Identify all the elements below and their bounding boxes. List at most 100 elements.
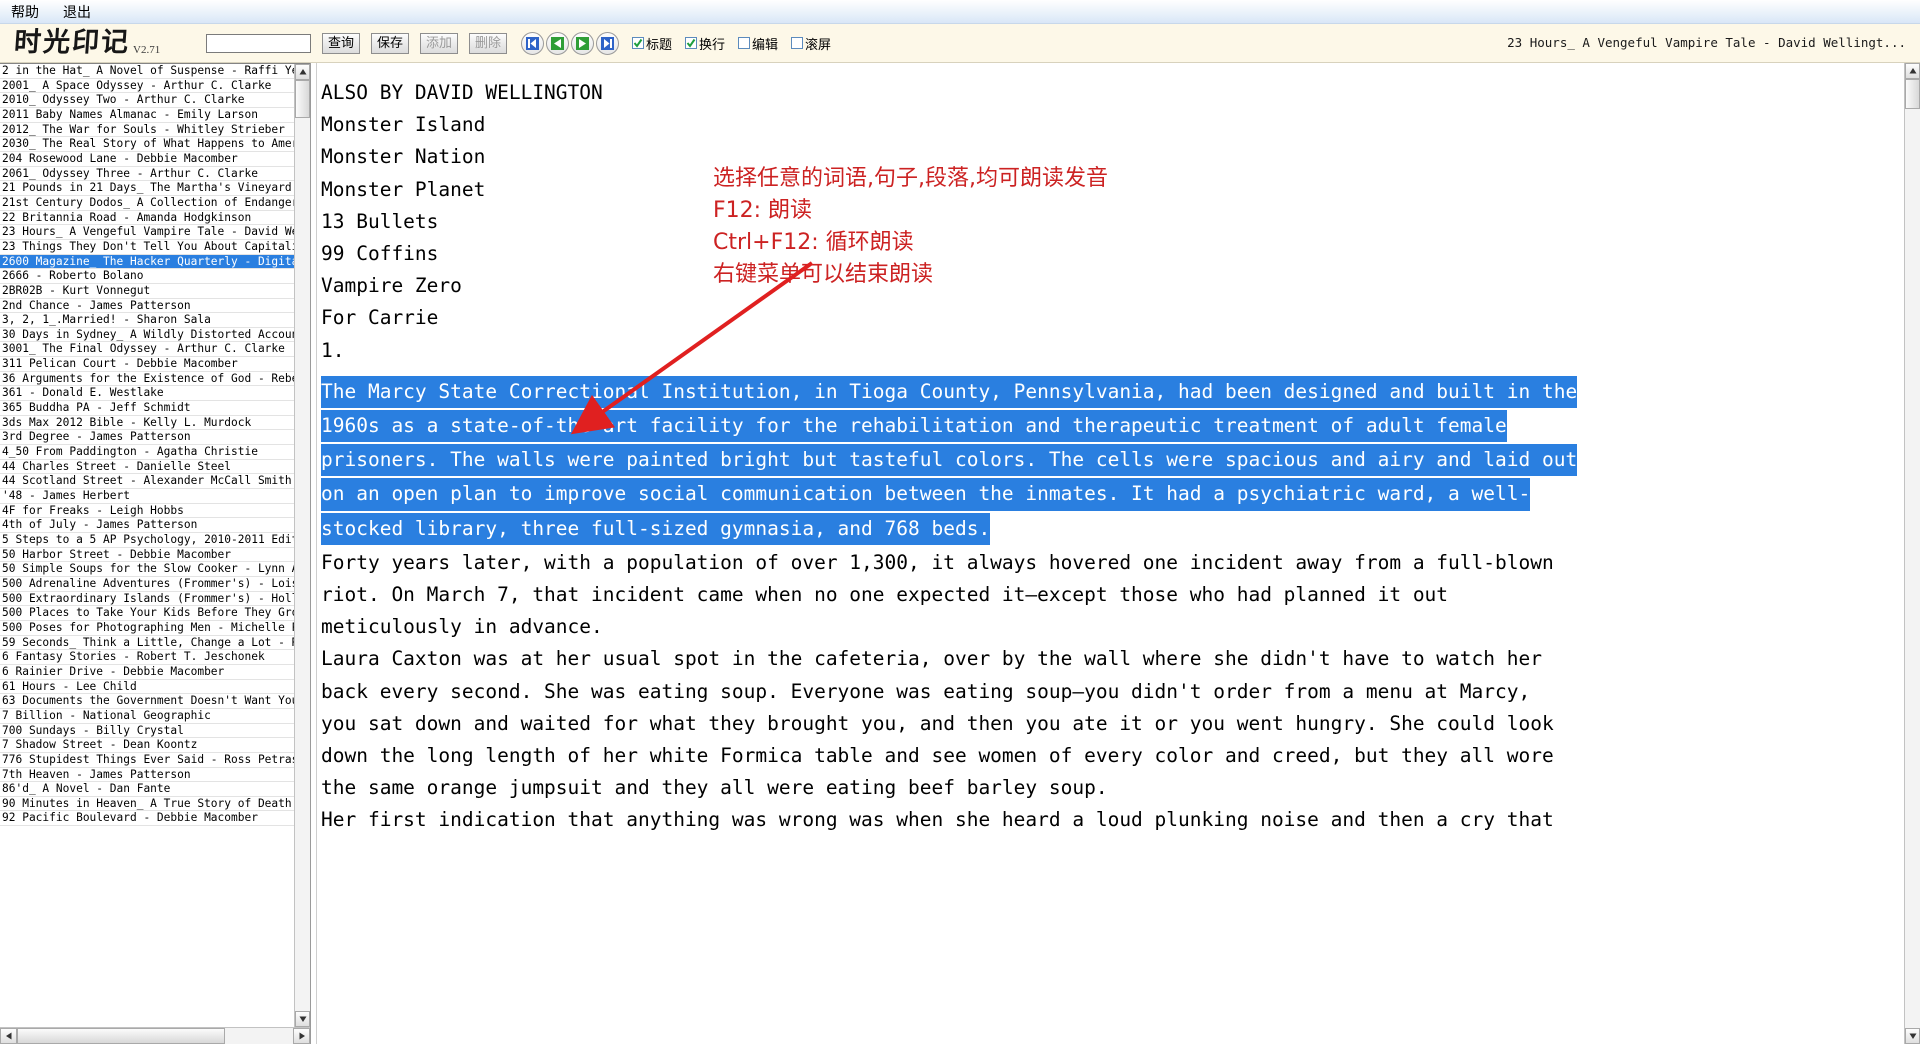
menu-item-help[interactable]: 帮助 [8,1,42,23]
save-button[interactable]: 保存 [371,33,409,54]
list-item[interactable]: 6 Fantasy Stories - Robert T. Jeschonek [0,650,294,665]
list-item[interactable]: 21st Century Dodos_ A Collection of Enda… [0,196,294,211]
reader-highlight-line[interactable]: 1960s as a state-of-the-art facility for… [321,410,1894,444]
list-item[interactable]: 361 - Donald E. Westlake [0,386,294,401]
list-item[interactable]: 3ds Max 2012 Bible - Kelly L. Murdock [0,416,294,431]
list-item[interactable]: 50 Harbor Street - Debbie Macomber [0,548,294,563]
vertical-scroll-track[interactable] [295,80,310,1011]
list-item[interactable]: 50 Simple Soups for the Slow Cooker - Ly… [0,562,294,577]
scroll-down-button[interactable] [295,1011,310,1027]
list-item[interactable]: 7 Shadow Street - Dean Koontz [0,738,294,753]
list-item[interactable]: 4th of July - James Patterson [0,518,294,533]
reader-scroll-thumb[interactable] [1905,79,1920,109]
highlighted-text[interactable]: 1960s as a state-of-the-art facility for… [321,410,1507,442]
list-item[interactable]: 776 Stupidest Things Ever Said - Ross Pe… [0,753,294,768]
horizontal-scroll-track[interactable] [17,1028,293,1044]
highlighted-text[interactable]: The Marcy State Correctional Institution… [321,376,1577,408]
reader-selected-text[interactable]: The Marcy State Correctional Institution… [321,376,1894,547]
list-item[interactable]: 44 Scotland Street - Alexander McCall Sm… [0,474,294,489]
reader-highlight-line[interactable]: The Marcy State Correctional Institution… [321,376,1894,410]
list-item[interactable]: 6 Rainier Drive - Debbie Macomber [0,665,294,680]
reader-vertical-scrollbar[interactable] [1904,63,1920,1044]
list-item[interactable]: 2600 Magazine_ The Hacker Quarterly - Di… [0,255,294,270]
horizontal-scroll-thumb[interactable] [17,1028,225,1044]
list-item[interactable]: 30 Days in Sydney_ A Wildly Distorted Ac… [0,328,294,343]
list-item[interactable]: '48 - James Herbert [0,489,294,504]
list-item[interactable]: 500 Poses for Photographing Men - Michel… [0,621,294,636]
list-item[interactable]: 7th Heaven - James Patterson [0,768,294,783]
list-item[interactable]: 7 Billion - National Geographic [0,709,294,724]
menu-item-exit[interactable]: 退出 [60,1,94,23]
list-item[interactable]: 63 Documents the Government Doesn't Want… [0,694,294,709]
book-list-vertical-scrollbar[interactable] [294,64,310,1027]
list-item[interactable]: 311 Pelican Court - Debbie Macomber [0,357,294,372]
checkbox-wrap[interactable]: 换行 [685,34,725,53]
checkbox-title[interactable]: 标题 [632,34,672,53]
list-item[interactable]: 2nd Chance - James Patterson [0,299,294,314]
next-page-button[interactable] [571,32,594,55]
scroll-up-button[interactable] [295,64,310,80]
list-item[interactable]: 2 in the Hat_ A Novel of Suspense - Raff… [0,64,294,79]
checkbox-autoscroll[interactable]: 滚屏 [791,34,831,53]
list-item[interactable]: 22 Britannia Road - Amanda Hodgkinson [0,211,294,226]
list-item[interactable]: 2001_ A Space Odyssey - Arthur C. Clarke [0,79,294,94]
list-item[interactable]: 2010_ Odyssey Two - Arthur C. Clarke [0,93,294,108]
reader-scroll-down-button[interactable] [1905,1028,1920,1044]
scroll-left-button[interactable] [0,1028,17,1044]
list-item[interactable]: 86'd_ A Novel - Dan Fante [0,782,294,797]
list-item[interactable]: 2030_ The Real Story of What Happens to … [0,137,294,152]
reader-scroll-up-button[interactable] [1905,63,1920,79]
query-button[interactable]: 查询 [322,33,360,54]
reader-highlight-line[interactable]: stocked library, three full-sized gymnas… [321,513,1894,547]
list-item[interactable]: 21 Pounds in 21 Days_ The Martha's Viney… [0,181,294,196]
highlighted-text[interactable]: prisoners. The walls were painted bright… [321,444,1577,476]
list-item[interactable]: 61 Hours - Lee Child [0,680,294,695]
book-list-horizontal-scrollbar[interactable] [0,1027,310,1044]
list-item[interactable]: 2012_ The War for Souls - Whitley Strieb… [0,123,294,138]
list-item[interactable]: 4F for Freaks - Leigh Hobbs [0,504,294,519]
checkbox-title-box[interactable] [632,37,644,49]
list-item[interactable]: 4_50 From Paddington - Agatha Christie [0,445,294,460]
list-item[interactable]: 3, 2, 1_.Married! - Sharon Sala [0,313,294,328]
list-item[interactable]: 23 Things They Don't Tell You About Capi… [0,240,294,255]
reader-highlight-line[interactable]: on an open plan to improve social commun… [321,478,1894,512]
highlighted-text[interactable]: stocked library, three full-sized gymnas… [321,513,990,545]
last-page-button[interactable] [596,32,619,55]
list-item[interactable]: 2BR02B - Kurt Vonnegut [0,284,294,299]
list-item[interactable]: 365 Buddha PA - Jeff Schmidt [0,401,294,416]
list-item[interactable]: 59 Seconds_ Think a Little, Change a Lot… [0,636,294,651]
list-item[interactable]: 5 Steps to a 5 AP Psychology, 2010-2011 … [0,533,294,548]
list-item[interactable]: 500 Places to Take Your Kids Before They… [0,606,294,621]
list-item[interactable]: 700 Sundays - Billy Crystal [0,724,294,739]
delete-button[interactable]: 删除 [469,33,507,54]
list-item[interactable]: 500 Extraordinary Islands (Frommer's) - … [0,592,294,607]
reader-body-text[interactable]: Forty years later, with a population of … [321,547,1894,837]
vertical-scroll-thumb[interactable] [295,80,310,118]
list-item[interactable]: 90 Minutes in Heaven_ A True Story of De… [0,797,294,812]
checkbox-autoscroll-box[interactable] [791,37,803,49]
list-item[interactable]: 3001_ The Final Odyssey - Arthur C. Clar… [0,342,294,357]
book-list[interactable]: 2 in the Hat_ A Novel of Suspense - Raff… [0,64,294,1027]
checkbox-edit-box[interactable] [738,37,750,49]
list-item[interactable]: 44 Charles Street - Danielle Steel [0,460,294,475]
list-item[interactable]: 23 Hours_ A Vengeful Vampire Tale - Davi… [0,225,294,240]
list-item[interactable]: 204 Rosewood Lane - Debbie Macomber [0,152,294,167]
first-page-button[interactable] [521,32,544,55]
list-item[interactable]: 2061_ Odyssey Three - Arthur C. Clarke [0,167,294,182]
scroll-right-button[interactable] [293,1028,310,1044]
reader-highlight-line[interactable]: prisoners. The walls were painted bright… [321,444,1894,478]
checkbox-edit[interactable]: 编辑 [738,34,778,53]
reader-content[interactable]: ALSO BY DAVID WELLINGTON Monster IslandM… [317,63,1904,1044]
search-input[interactable] [206,34,311,53]
reader-scroll-track[interactable] [1905,79,1920,1028]
list-item[interactable]: 36 Arguments for the Existence of God - … [0,372,294,387]
list-item[interactable]: 500 Adrenaline Adventures (Frommer's) - … [0,577,294,592]
list-item[interactable]: 2666 - Roberto Bolano [0,269,294,284]
checkbox-wrap-box[interactable] [685,37,697,49]
highlighted-text[interactable]: on an open plan to improve social commun… [321,478,1530,510]
list-item[interactable]: 92 Pacific Boulevard - Debbie Macomber [0,811,294,826]
add-button[interactable]: 添加 [420,33,458,54]
list-item[interactable]: 3rd Degree - James Patterson [0,430,294,445]
list-item[interactable]: 2011 Baby Names Almanac - Emily Larson [0,108,294,123]
prev-page-button[interactable] [546,32,569,55]
